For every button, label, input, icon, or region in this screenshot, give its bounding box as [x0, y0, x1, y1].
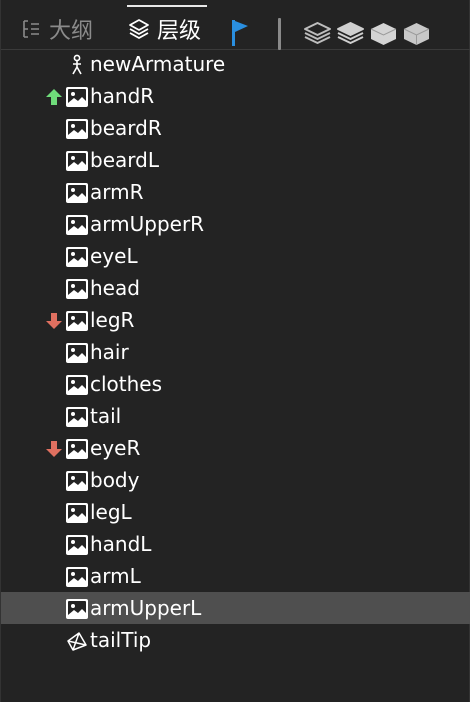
tree-node[interactable]: head — [1, 272, 470, 304]
image-icon — [66, 471, 88, 491]
tree-node[interactable]: armR — [1, 176, 470, 208]
image-icon — [66, 87, 88, 107]
tree-node[interactable]: legL — [1, 496, 470, 528]
tree-node-label: handL — [90, 532, 152, 556]
tree-node-label: armL — [90, 564, 141, 588]
tree-node[interactable]: beardR — [1, 112, 470, 144]
hierarchy-panel: 大纲 层级 newArmature handR beardR beardL ar… — [0, 0, 470, 702]
tree-node[interactable]: eyeL — [1, 240, 470, 272]
tree-node-label: clothes — [90, 372, 163, 396]
image-icon — [66, 567, 88, 587]
tree-node[interactable]: handR — [1, 80, 470, 112]
tree-node-label: legR — [90, 308, 135, 332]
image-icon — [66, 343, 88, 363]
flag-icon[interactable] — [229, 18, 251, 48]
tree-node[interactable]: hair — [1, 336, 470, 368]
tree-node-label: newArmature — [90, 52, 226, 76]
tree-node-label: armR — [90, 180, 144, 204]
tree-node[interactable]: armL — [1, 560, 470, 592]
tree-node[interactable]: legR — [1, 304, 470, 336]
tree-node[interactable]: clothes — [1, 368, 470, 400]
tab-outline-label: 大纲 — [49, 19, 94, 44]
tree-node-label: head — [90, 276, 140, 300]
down-arrow-icon — [46, 441, 62, 457]
image-icon — [66, 407, 88, 427]
tree-node-label: eyeL — [90, 244, 138, 268]
tree-node[interactable]: handL — [1, 528, 470, 560]
image-icon — [66, 599, 88, 619]
tab-layers[interactable]: 层级 — [127, 5, 208, 46]
tree-node-label: tailTip — [90, 628, 152, 652]
tree-node-label: tail — [90, 404, 122, 428]
tree-node[interactable]: eyeR — [1, 432, 470, 464]
tree-node[interactable]: beardL — [1, 144, 470, 176]
tree-node-label: armUpperR — [90, 212, 205, 236]
image-icon — [66, 311, 88, 331]
image-icon — [66, 503, 88, 523]
tree-node[interactable]: newArmature — [1, 48, 470, 80]
header-divider — [278, 18, 281, 50]
tree-node-label: beardL — [90, 148, 159, 172]
image-icon — [66, 439, 88, 459]
up-arrow-icon — [46, 89, 62, 105]
image-icon — [66, 279, 88, 299]
tree-node-label: hair — [90, 340, 129, 364]
tree-node-label: armUpperL — [90, 596, 202, 620]
tree-node[interactable]: tailTip — [1, 624, 470, 656]
mesh-icon — [67, 632, 87, 651]
image-icon — [66, 151, 88, 171]
tab-layers-label: 层级 — [157, 19, 202, 44]
outline-list-icon — [23, 20, 39, 38]
layer-solid-icon[interactable] — [368, 18, 399, 50]
image-icon — [66, 247, 88, 267]
image-icon — [66, 119, 88, 139]
tree-node[interactable]: tail — [1, 400, 470, 432]
armature-icon — [72, 54, 82, 75]
layer-half-icon[interactable] — [335, 18, 366, 50]
tree-node-label: beardR — [90, 116, 162, 140]
tree-node-label: handR — [90, 84, 155, 108]
tree-node-label: legL — [90, 500, 132, 524]
tab-outline[interactable]: 大纲 — [19, 12, 93, 46]
tree-node-label: eyeR — [90, 436, 141, 460]
layers-icon — [129, 19, 149, 39]
layer-filled-icon[interactable] — [401, 18, 432, 50]
layer-outline-icon[interactable] — [302, 18, 333, 50]
down-arrow-icon — [46, 313, 62, 329]
layer-buttons — [302, 18, 432, 50]
image-icon — [66, 215, 88, 235]
image-icon — [66, 375, 88, 395]
tree-node[interactable]: armUpperR — [1, 208, 470, 240]
image-icon — [66, 535, 88, 555]
tree-node[interactable]: armUpperL — [1, 592, 470, 624]
tree-node[interactable]: body — [1, 464, 470, 496]
panel-header: 大纲 层级 — [1, 0, 470, 50]
tree-node-label: body — [90, 468, 140, 492]
image-icon — [66, 183, 88, 203]
